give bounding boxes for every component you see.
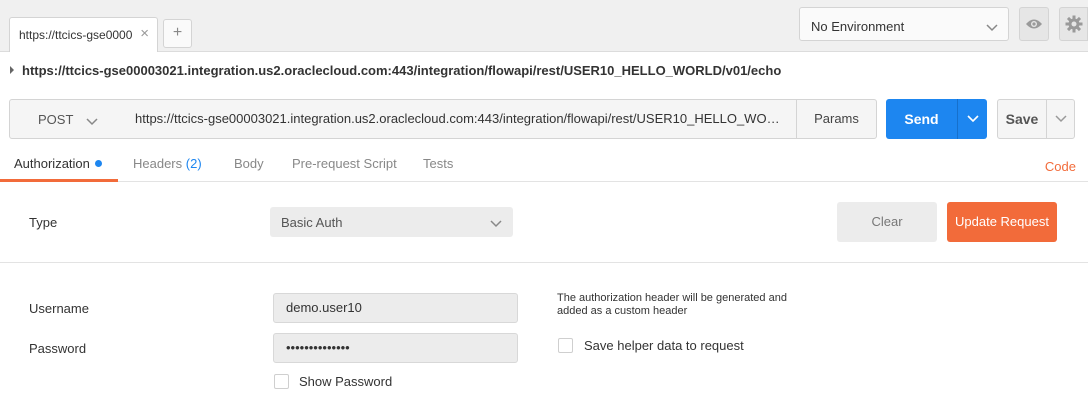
save-helper-checkbox[interactable] xyxy=(558,338,573,353)
show-password-label: Show Password xyxy=(299,374,393,389)
headers-count-badge: (2) xyxy=(185,156,202,171)
clear-button[interactable]: Clear xyxy=(837,202,937,242)
tab-body[interactable]: Body xyxy=(234,156,264,171)
show-password-checkbox[interactable] xyxy=(274,374,289,389)
tab-headers-label: Headers xyxy=(133,156,183,171)
chevron-down-icon xyxy=(490,216,502,231)
url-input[interactable]: https://ttcics-gse00003021.integration.u… xyxy=(125,99,797,139)
settings-button[interactable] xyxy=(1059,7,1088,41)
request-tabs: Authorization Headers (2) Body Pre-reque… xyxy=(0,145,1088,182)
chevron-down-icon xyxy=(986,20,998,35)
section-divider xyxy=(0,262,1088,263)
request-tab-label: https://ttcics-gse0000 xyxy=(19,28,133,42)
tab-bar: https://ttcics-gse0000 × + No Environmen… xyxy=(0,0,1088,52)
close-icon[interactable]: × xyxy=(140,25,149,43)
save-options-button[interactable] xyxy=(1046,99,1075,139)
auth-type-select[interactable]: Basic Auth xyxy=(270,207,513,237)
tab-authorization-label: Authorization xyxy=(14,156,90,171)
method-select[interactable]: POST xyxy=(9,99,126,139)
request-url-header: https://ttcics-gse00003021.integration.u… xyxy=(0,60,1088,84)
method-label: POST xyxy=(38,112,74,127)
environment-label: No Environment xyxy=(811,19,905,34)
active-tab-underline xyxy=(0,179,118,182)
quick-look-button[interactable] xyxy=(1019,7,1049,41)
send-button[interactable]: Send xyxy=(886,99,957,139)
send-options-button[interactable] xyxy=(957,99,987,139)
chevron-down-icon xyxy=(86,114,98,129)
auth-type-value: Basic Auth xyxy=(281,215,343,230)
save-button[interactable]: Save xyxy=(997,99,1047,139)
save-helper-label: Save helper data to request xyxy=(584,338,744,353)
request-tab[interactable]: https://ttcics-gse0000 × xyxy=(9,17,158,52)
password-field[interactable]: •••••••••••••• xyxy=(273,333,518,363)
code-link[interactable]: Code xyxy=(1045,159,1076,174)
password-label: Password xyxy=(29,341,87,356)
auth-header-note: The authorization header will be generat… xyxy=(557,292,787,317)
auth-type-label: Type xyxy=(29,215,58,230)
update-request-button[interactable]: Update Request xyxy=(947,202,1057,242)
environment-select[interactable]: No Environment xyxy=(799,7,1009,41)
caret-right-icon[interactable] xyxy=(10,66,14,74)
tab-pre-request-script[interactable]: Pre-request Script xyxy=(292,156,397,171)
new-tab-button[interactable]: + xyxy=(163,19,192,48)
tab-tests[interactable]: Tests xyxy=(423,156,453,171)
username-field[interactable]: demo.user10 xyxy=(273,293,518,323)
params-button[interactable]: Params xyxy=(796,99,877,139)
tab-headers[interactable]: Headers (2) xyxy=(133,156,202,171)
tab-authorization[interactable]: Authorization xyxy=(14,156,102,171)
active-indicator-dot xyxy=(94,160,102,167)
request-url-title: https://ttcics-gse00003021.integration.u… xyxy=(22,63,782,78)
username-label: Username xyxy=(29,301,89,316)
